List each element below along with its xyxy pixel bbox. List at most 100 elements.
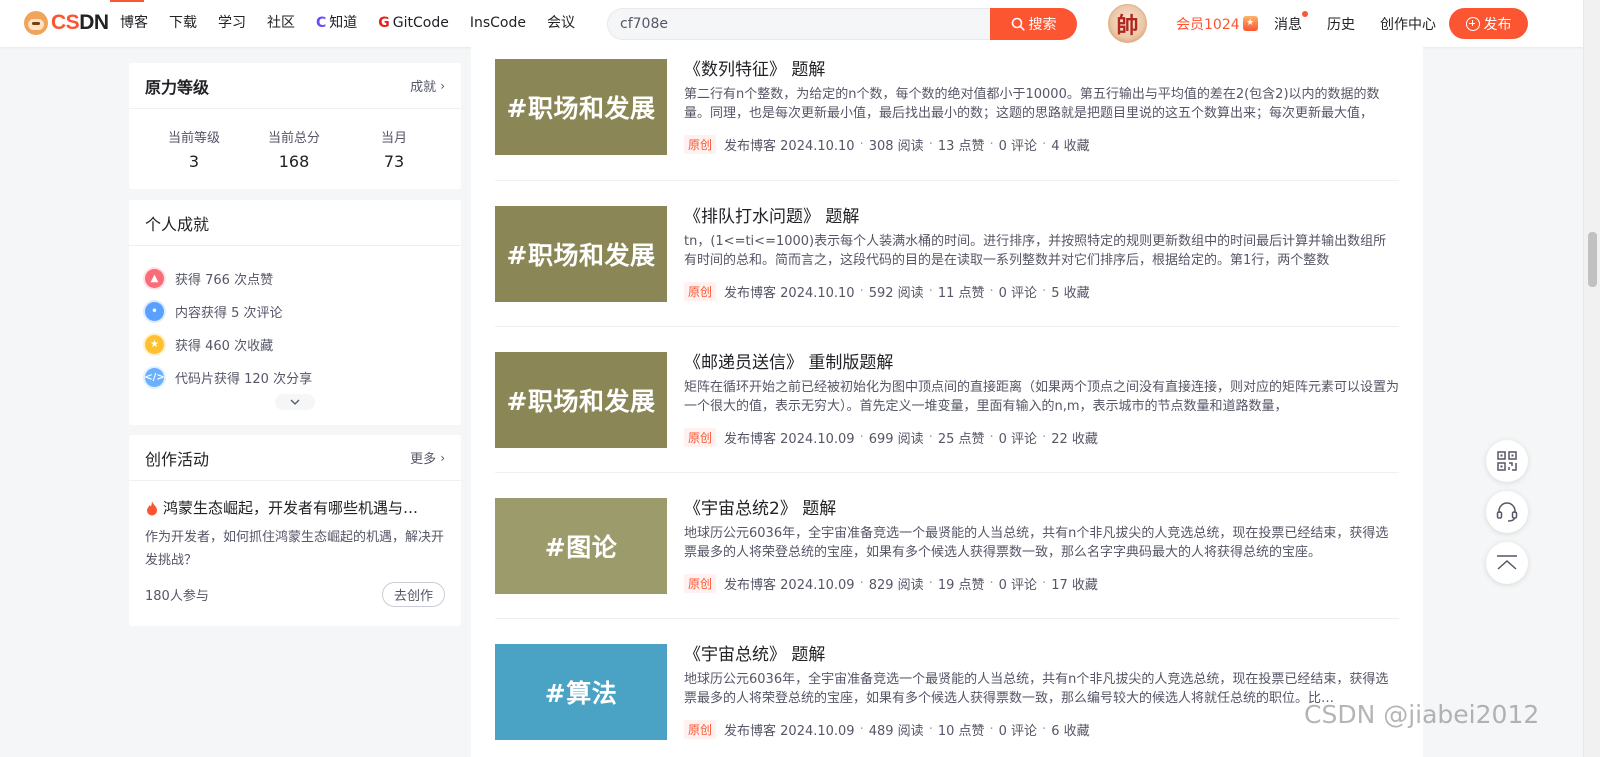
- nav-zhidao[interactable]: C 知道: [316, 0, 357, 47]
- expand-button[interactable]: [275, 394, 315, 410]
- chevron-right-icon: ›: [440, 450, 445, 465]
- top-navbar: CSDN 博客 下载 学习 社区 C 知道 G GitCode InsCode 会议…: [0, 0, 1583, 47]
- article-thumbnail[interactable]: #图论: [495, 498, 667, 594]
- original-badge: 原创: [684, 135, 717, 154]
- article-title[interactable]: 《宇宙总统》 题解: [684, 643, 1399, 667]
- divider: [495, 326, 1399, 327]
- qrcode-icon: [1497, 451, 1517, 471]
- back-to-top-button[interactable]: [1486, 542, 1528, 584]
- search-icon: [1011, 17, 1025, 31]
- nav-download[interactable]: 下载: [169, 0, 197, 47]
- code-icon: </>: [144, 368, 165, 387]
- article-title[interactable]: 《邮递员送信》 重制版题解: [684, 351, 1399, 375]
- stat-total-score: 当前总分 168: [267, 131, 320, 171]
- search-bar: 搜索: [607, 8, 1077, 40]
- search-button[interactable]: 搜索: [990, 8, 1077, 40]
- page-scrollbar[interactable]: [1583, 0, 1600, 757]
- publish-date: 发布博客 2024.10.09: [724, 578, 855, 593]
- user-avatar[interactable]: 帥: [1108, 4, 1147, 43]
- creation-activity-card: 创作活动 更多 › 鸿蒙生态崛起，开发者有哪些机遇与… 作为开发者，如何抓住鸿蒙生…: [129, 435, 461, 626]
- unread-dot: [1302, 10, 1308, 17]
- favorite-count: 17 收藏: [1051, 578, 1098, 593]
- nav-blog[interactable]: 博客: [110, 0, 148, 47]
- achievements-link[interactable]: 成就 ›: [410, 76, 445, 96]
- original-badge: 原创: [684, 574, 717, 593]
- article-item[interactable]: #职场和发展 《邮递员送信》 重制版题解 矩阵在循环开始之前已经被初始化为图中顶…: [495, 339, 1399, 485]
- csdn-mascot-icon: [24, 11, 48, 35]
- article-item[interactable]: #职场和发展 《数列特征》 题解 第二行有n个整数，为给定的n个数，每个数的绝对…: [495, 46, 1399, 192]
- article-summary: 矩阵在循环开始之前已经被初始化为图中顶点间的直接距离（如果两个顶点之间没有直接连…: [684, 380, 1399, 414]
- comment-icon: •: [145, 302, 164, 321]
- publish-date: 发布博客 2024.10.10: [724, 139, 855, 154]
- customer-service-button[interactable]: [1486, 491, 1528, 533]
- article-title[interactable]: 《数列特征》 题解: [684, 58, 1399, 82]
- like-icon: ▲: [145, 269, 164, 288]
- article-summary: tn，(1<=ti<=1000)表示每个人装满水桶的时间。进行排序，并按照特定的…: [684, 234, 1387, 268]
- article-meta: 原创 发布博客 2024.10.09 · 829 阅读 · 19 点赞 · 0 评论 ·…: [684, 574, 1399, 593]
- activity-title: 创作活动: [145, 449, 210, 469]
- force-level-title: 原力等级: [145, 77, 210, 97]
- article-thumbnail[interactable]: #职场和发展: [495, 59, 667, 155]
- nav-inscode[interactable]: InsCode: [470, 0, 526, 47]
- like-count: 19 点赞: [937, 578, 985, 593]
- article-title[interactable]: 《排队打水问题》 题解: [684, 205, 1399, 229]
- comment-count: 0 评论: [998, 432, 1038, 447]
- history-link[interactable]: 历史: [1327, 14, 1355, 34]
- csdn-logo[interactable]: CSDN: [24, 11, 109, 35]
- publish-date: 发布博客 2024.10.09: [724, 432, 855, 447]
- article-thumbnail[interactable]: #职场和发展: [495, 352, 667, 448]
- article-meta: 原创 发布博客 2024.10.10 · 592 阅读 · 11 点赞 · 0 评论 ·…: [684, 282, 1399, 301]
- article-summary: 地球历公元6036年，全宇宙准备竞选一个最贤能的人当总统，共有n个非凡拔尖的人竞…: [684, 526, 1389, 560]
- like-count: 10 点赞: [937, 724, 985, 739]
- achievement-favorites: ★ 获得 460 次收藏: [145, 328, 445, 361]
- activity-headline[interactable]: 鸿蒙生态崛起，开发者有哪些机遇与…: [129, 481, 461, 518]
- article-item[interactable]: #图论 《宇宙总统2》 题解 地球历公元6036年，全宇宙准备竞选一个最贤能的人…: [495, 485, 1399, 631]
- article-summary: 地球历公元6036年，全宇宙准备竞选一个最贤能的人当总统，共有n个非凡拔尖的人竞…: [684, 672, 1389, 706]
- gift-icon: ★: [1242, 16, 1258, 31]
- activity-description: 作为开发者，如何抓住鸿蒙生态崛起的机遇，解决开发挑战？: [145, 530, 445, 568]
- personal-achievements-card: 个人成就 ▲ 获得 766 次点赞 • 内容获得 5 次评论 ★ 获得 460 次收藏…: [129, 200, 461, 425]
- divider: [495, 618, 1399, 619]
- article-meta: 原创 发布博客 2024.10.10 · 308 阅读 · 13 点赞 · 0 评论 ·…: [684, 135, 1399, 154]
- achievement-likes: ▲ 获得 766 次点赞: [145, 262, 445, 295]
- article-thumbnail[interactable]: #职场和发展: [495, 206, 667, 302]
- article-list: #职场和发展 《数列特征》 题解 第二行有n个整数，为给定的n个数，每个数的绝对…: [471, 47, 1423, 757]
- creation-center-link[interactable]: 创作中心: [1380, 14, 1436, 34]
- favorite-count: 6 收藏: [1051, 724, 1090, 739]
- original-badge: 原创: [684, 720, 717, 739]
- article-title[interactable]: 《宇宙总统2》 题解: [684, 497, 1399, 521]
- chevron-down-icon: [290, 399, 300, 405]
- nav-learn[interactable]: 学习: [218, 0, 246, 47]
- read-count: 829 阅读: [868, 578, 924, 593]
- scrollbar-thumb[interactable]: [1588, 232, 1597, 287]
- main-nav: 博客 下载 学习 社区 C 知道 G GitCode InsCode 会议: [110, 0, 596, 47]
- favorite-count: 22 收藏: [1051, 432, 1098, 447]
- go-create-button[interactable]: 去创作: [382, 582, 445, 607]
- nav-conference[interactable]: 会议: [547, 0, 575, 47]
- achievement-comments: • 内容获得 5 次评论: [145, 295, 445, 328]
- article-item[interactable]: #职场和发展 《排队打水问题》 题解 tn，(1<=ti<=1000)表示每个人…: [495, 193, 1399, 339]
- like-count: 25 点赞: [937, 432, 985, 447]
- search-input[interactable]: [607, 8, 991, 40]
- comment-count: 0 评论: [998, 578, 1038, 593]
- force-level-card: 原力等级 成就 › 当前等级 3 当前总分 168 当月 73: [129, 63, 461, 189]
- comment-count: 0 评论: [998, 286, 1038, 301]
- achievement-code-shares: </> 代码片获得 120 次分享: [144, 361, 445, 394]
- messages-link[interactable]: 消息: [1274, 10, 1308, 34]
- nav-gitcode[interactable]: G GitCode: [378, 0, 449, 47]
- like-count: 13 点赞: [937, 139, 985, 154]
- article-thumbnail[interactable]: #算法: [495, 644, 667, 740]
- more-activities-link[interactable]: 更多 ›: [410, 448, 445, 468]
- article-summary: 第二行有n个整数，为给定的n个数，每个数的绝对值都小于10000。第五行输出与平…: [684, 87, 1380, 121]
- achievements-title: 个人成就: [145, 214, 210, 234]
- read-count: 699 阅读: [868, 432, 924, 447]
- stat-this-month: 当月 73: [380, 131, 407, 171]
- qrcode-button[interactable]: [1486, 440, 1528, 482]
- article-meta: 原创 发布博客 2024.10.09 · 489 阅读 · 10 点赞 · 0 评论 ·…: [684, 720, 1399, 739]
- article-item[interactable]: #算法 《宇宙总统》 题解 地球历公元6036年，全宇宙准备竞选一个最贤能的人当…: [495, 631, 1399, 757]
- plus-circle-icon: [1465, 16, 1480, 31]
- vip-link[interactable]: 会员1024 ★: [1176, 0, 1258, 47]
- publish-button[interactable]: 发布: [1449, 8, 1528, 39]
- nav-community[interactable]: 社区: [267, 0, 295, 47]
- stat-current-level: 当前等级 3: [167, 131, 220, 171]
